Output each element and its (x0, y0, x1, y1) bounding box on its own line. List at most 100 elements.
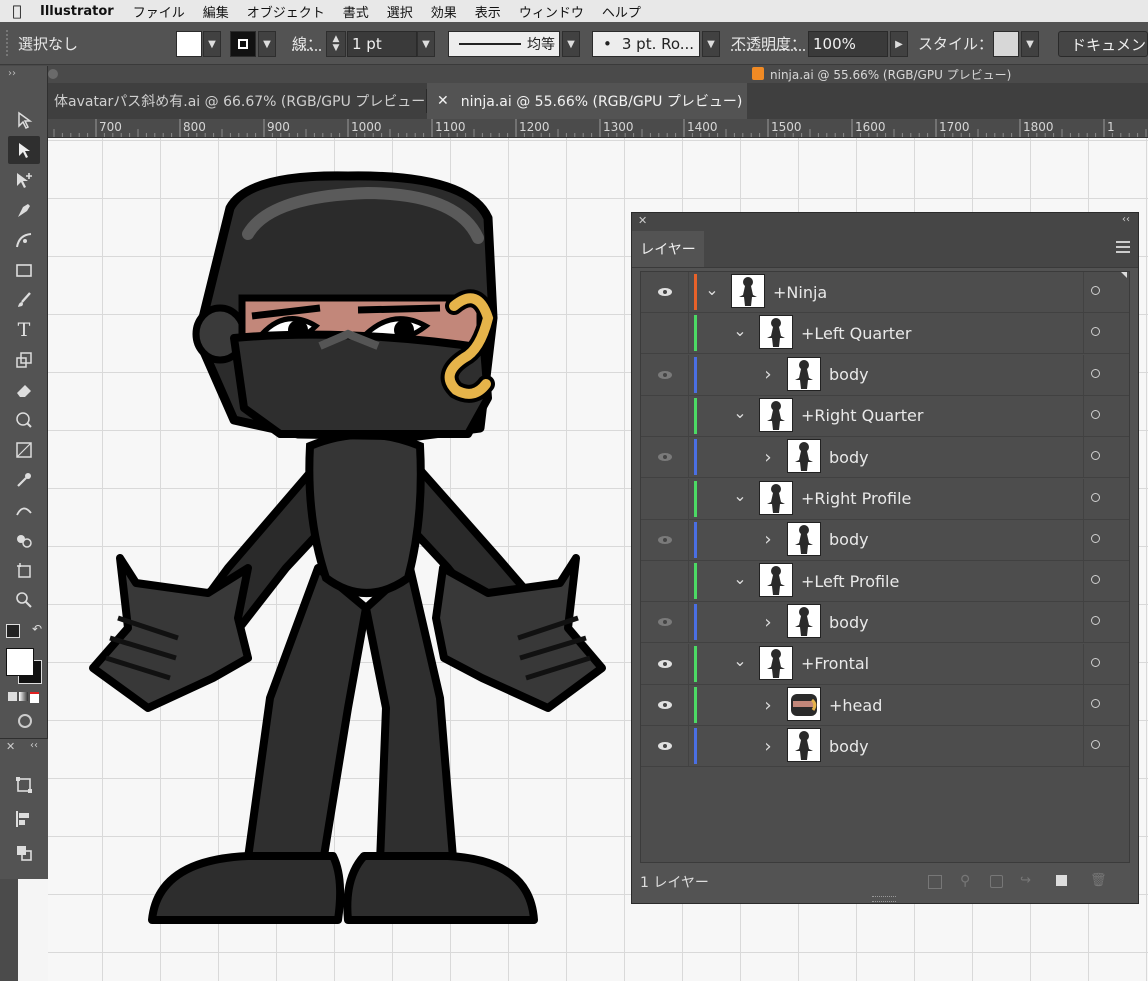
create-sublayer-icon[interactable]: ↪ (1020, 873, 1031, 888)
target-circle-icon[interactable] (1091, 533, 1100, 543)
swap-colors-icon[interactable] (6, 624, 20, 638)
make-clipping-mask-icon[interactable] (990, 875, 1003, 888)
toolbar-grip-icon[interactable]: ›› (8, 68, 16, 79)
visibility-toggle[interactable] (641, 643, 689, 684)
lock-toggle[interactable] (689, 520, 691, 560)
horizontal-ruler[interactable]: 6007008009001000110012001300140015001600… (48, 119, 1148, 138)
layer-name[interactable]: body (829, 520, 869, 560)
menu-view[interactable]: 表示 (466, 2, 510, 21)
panel-resize-grip-icon[interactable] (872, 896, 896, 902)
visibility-toggle[interactable] (641, 272, 689, 312)
target-circle-icon[interactable] (1091, 451, 1100, 461)
style-swatch[interactable] (993, 31, 1019, 57)
group-selection-tool-icon[interactable] (8, 166, 40, 194)
rectangle-tool-icon[interactable] (8, 256, 40, 284)
target-circle-icon[interactable] (1091, 286, 1100, 295)
color-mode-icon[interactable] (8, 692, 17, 701)
drawing-mode-icon[interactable] (18, 714, 32, 728)
opacity-label[interactable]: 不透明度： (731, 30, 806, 56)
layers-list[interactable]: ⌄ +Ninja ⌄ +Left Quarter › body ⌄ +Right Quarte… (640, 271, 1130, 863)
target-circle-icon[interactable] (1091, 492, 1100, 502)
stroke-label[interactable]: 線： (292, 30, 322, 56)
lock-toggle[interactable] (689, 644, 691, 684)
layer-row[interactable]: › body (641, 726, 1129, 768)
stroke-dropdown-chevron-icon[interactable]: ▼ (258, 31, 276, 57)
visibility-toggle[interactable] (641, 354, 689, 395)
layer-name[interactable]: +Left Profile (801, 561, 899, 601)
tab-close-icon[interactable]: ✕ (437, 93, 449, 109)
lock-toggle[interactable] (689, 355, 691, 395)
layer-row[interactable]: ⌄ +Right Quarter (641, 395, 1129, 437)
stroke-profile-chevron-icon[interactable]: ▼ (562, 31, 580, 57)
layer-row[interactable]: › body (641, 602, 1129, 644)
lock-toggle[interactable] (689, 561, 691, 601)
collapse-chevron-icon[interactable]: ⌄ (733, 479, 747, 519)
layer-row[interactable]: › +head (641, 685, 1129, 726)
target-circle-icon[interactable] (1091, 409, 1100, 419)
expand-chevron-icon[interactable]: › (761, 437, 775, 477)
visibility-toggle[interactable] (641, 726, 689, 767)
expand-chevron-icon[interactable]: › (761, 726, 775, 766)
layer-name[interactable]: +Ninja (773, 272, 827, 312)
eraser-tool-icon[interactable] (8, 376, 40, 404)
layer-name[interactable]: +Left Quarter (801, 313, 911, 353)
layer-row[interactable]: ⌄ +Right Profile (641, 478, 1129, 520)
symbol-sprayer-tool-icon[interactable] (8, 526, 40, 554)
lock-toggle[interactable] (689, 479, 691, 519)
collapse-chevron-icon[interactable]: ⌄ (733, 561, 747, 601)
target-circle-icon[interactable] (1091, 740, 1100, 750)
layer-row[interactable]: › body (641, 519, 1129, 561)
target-circle-icon[interactable] (1091, 699, 1100, 708)
menu-help[interactable]: ヘルプ (593, 2, 650, 21)
transform-panel-icon[interactable] (8, 771, 40, 799)
collapse-chevron-icon[interactable]: ⌄ (705, 272, 719, 312)
locate-object-icon[interactable]: ⚲ (960, 873, 970, 889)
layer-row[interactable]: › body (641, 437, 1129, 479)
none-mode-icon[interactable] (30, 692, 39, 703)
vertical-ruler[interactable] (0, 877, 18, 981)
layer-row[interactable]: › body (641, 354, 1129, 396)
stroke-profile-select[interactable]: 均等 (448, 31, 560, 57)
lock-toggle[interactable] (689, 272, 691, 312)
close-panel-icon[interactable]: ✕ (6, 740, 15, 753)
zoom-tool-icon[interactable] (8, 586, 40, 614)
collapse-chevron-icon[interactable]: ⌄ (733, 396, 747, 436)
style-chevron-icon[interactable]: ▼ (1021, 31, 1039, 57)
menu-window[interactable]: ウィンドウ (510, 2, 593, 21)
paintbrush-tool-icon[interactable] (8, 286, 40, 314)
stroke-weight-input[interactable]: 1 pt (347, 31, 417, 57)
visibility-toggle[interactable] (641, 602, 689, 643)
target-circle-icon[interactable] (1091, 368, 1100, 378)
type-tool-icon[interactable]: T (8, 316, 40, 344)
menu-edit[interactable]: 編集 (194, 2, 238, 21)
app-menu[interactable]: Illustrator (34, 4, 124, 19)
curvature-tool-icon[interactable] (8, 226, 40, 254)
artboard-tool-icon[interactable] (8, 556, 40, 584)
target-circle-icon[interactable] (1091, 575, 1100, 585)
create-new-layer-icon[interactable] (1056, 875, 1067, 886)
stroke-weight-chevron-icon[interactable]: ▼ (417, 31, 435, 57)
fill-swatch[interactable] (176, 31, 202, 57)
target-circle-icon[interactable] (1091, 327, 1100, 337)
align-panel-icon[interactable] (8, 805, 40, 833)
apple-menu-icon[interactable]:  (0, 2, 34, 20)
layer-name[interactable]: +Right Profile (801, 479, 911, 519)
brush-chevron-icon[interactable]: ▼ (702, 31, 720, 57)
lock-toggle[interactable] (689, 313, 691, 353)
fill-dropdown-chevron-icon[interactable]: ▼ (203, 31, 221, 57)
visibility-toggle[interactable] (641, 519, 689, 560)
layer-row[interactable]: ⌄ +Ninja (641, 272, 1129, 313)
fill-color-swatch[interactable] (6, 648, 34, 676)
layer-name[interactable]: body (829, 602, 869, 642)
layer-name[interactable]: +Frontal (801, 644, 869, 684)
pathfinder-panel-icon[interactable] (8, 839, 40, 867)
panel-close-icon[interactable]: ✕ (638, 214, 647, 227)
collapse-chevron-icon[interactable]: ⌄ (733, 313, 747, 353)
menu-select[interactable]: 選択 (378, 2, 422, 21)
document-setup-button[interactable]: ドキュメン (1058, 31, 1148, 57)
layer-name[interactable]: +head (829, 685, 882, 725)
eyedropper-tool-icon[interactable] (8, 466, 40, 494)
collect-for-export-icon[interactable] (928, 875, 942, 889)
swap-arrow-icon[interactable]: ↶ (32, 622, 42, 636)
visibility-toggle[interactable] (641, 395, 689, 436)
